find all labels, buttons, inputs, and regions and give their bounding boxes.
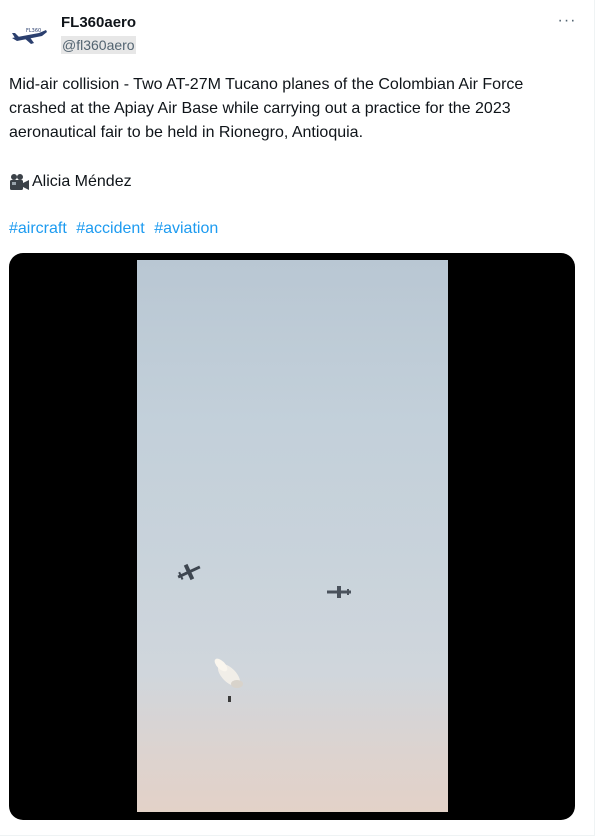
- tweet-card[interactable]: FL360 FL360aero @fl360aero ··· Mid-air c…: [0, 0, 595, 836]
- avatar-logo-text: FL360: [26, 28, 41, 34]
- hashtag-aviation[interactable]: #aviation: [154, 220, 218, 237]
- airplane-logo-icon: FL360: [12, 28, 47, 44]
- video-player[interactable]: [9, 253, 575, 820]
- airplane-right: [327, 586, 351, 598]
- video-frame: [137, 260, 448, 812]
- more-icon: ···: [557, 12, 577, 29]
- hashtags: #aircraft #accident #aviation: [9, 217, 223, 241]
- credit-name: Alicia Méndez: [32, 173, 132, 190]
- avatar[interactable]: FL360: [9, 16, 49, 56]
- hashtag-aircraft[interactable]: #aircraft: [9, 220, 67, 237]
- airplane-left: [177, 563, 201, 581]
- tweet-text: Mid-air collision - Two AT-27M Tucano pl…: [9, 76, 524, 141]
- user-handle[interactable]: @fl360aero: [61, 36, 136, 54]
- video-still-image: [177, 563, 351, 702]
- more-options-button[interactable]: ···: [556, 12, 578, 34]
- video-credit: Alicia Méndez: [9, 170, 132, 194]
- display-name[interactable]: FL360aero: [61, 14, 136, 31]
- hashtag-accident[interactable]: #accident: [76, 220, 145, 237]
- video-camera-icon: [10, 174, 29, 190]
- burning-airplane: [214, 658, 243, 702]
